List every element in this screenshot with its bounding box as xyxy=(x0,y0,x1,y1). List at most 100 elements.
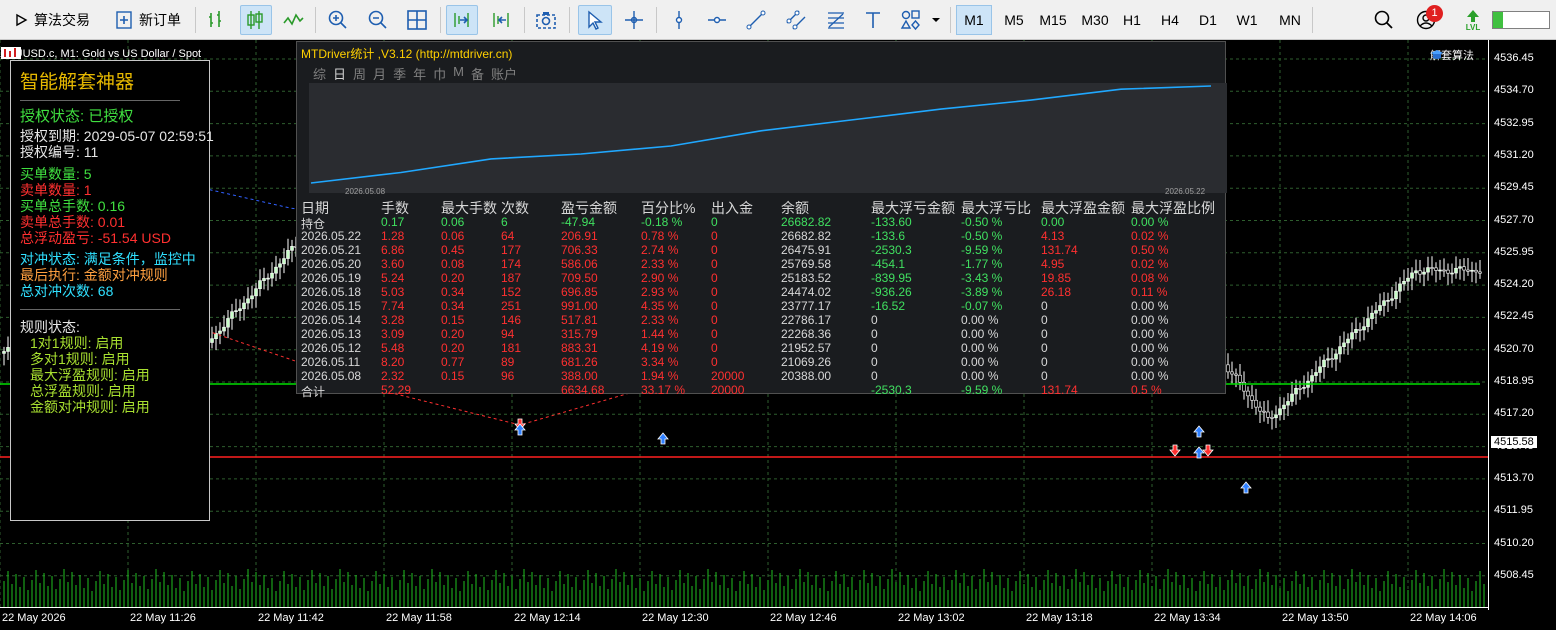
stats-cell: 22268.36 xyxy=(781,327,832,341)
candle-body xyxy=(1318,366,1322,373)
auth-number: 授权编号: 11 xyxy=(20,144,99,160)
timeframe-m5[interactable]: M5 xyxy=(998,5,1030,35)
stats-cell: 2.90 % xyxy=(641,271,679,285)
stats-cell: 4.19 % xyxy=(641,341,679,355)
timeframe-m15[interactable]: M15 xyxy=(1034,5,1072,35)
stats-cell: 21069.26 xyxy=(781,355,832,369)
stats-cell: 0.20 xyxy=(441,327,465,341)
stats-cell: 0.77 xyxy=(441,355,465,369)
stats-cell: 2026.05.19 xyxy=(301,271,362,285)
stats-tab[interactable]: 月 xyxy=(373,64,386,83)
timeframe-m30[interactable]: M30 xyxy=(1076,5,1114,35)
stats-tab[interactable]: M xyxy=(453,64,464,83)
stats-cell: 0 xyxy=(711,355,718,369)
grid-icon xyxy=(407,10,427,30)
candle-body xyxy=(246,298,250,304)
stats-tab[interactable]: 巾 xyxy=(433,64,446,83)
text-tool-button[interactable] xyxy=(858,5,888,35)
mtdriver-stats-panel[interactable]: MTDriver统计 ,V3.12 (http://mtdriver.cn) 综… xyxy=(296,41,1227,399)
candle-body xyxy=(1266,411,1270,418)
stats-cell: 26.18 xyxy=(1041,285,1072,299)
trading-icon[interactable] xyxy=(0,46,22,60)
price-chart[interactable]: XAUUSD.c, M1: Gold vs US Dollar / Spot 解… xyxy=(0,40,1556,630)
stats-cell: 0 xyxy=(711,271,718,285)
level-button[interactable]: LVL xyxy=(1460,5,1486,35)
zoom-out-button[interactable] xyxy=(362,5,394,35)
timeframe-h4[interactable]: H4 xyxy=(1154,5,1186,35)
equidistant-channel-button[interactable] xyxy=(780,5,812,35)
stats-tab[interactable]: 综 xyxy=(313,64,326,83)
stats-cell: 181 xyxy=(501,341,522,355)
stats-cell: 0 xyxy=(871,341,878,355)
new-order-button[interactable]: 新订单 xyxy=(108,5,188,35)
trend-line-button[interactable] xyxy=(740,5,772,35)
stats-cell: 0.08 % xyxy=(1131,271,1169,285)
price-tick-label: 4531.20 xyxy=(1494,148,1534,161)
stats-cell: 0.17 xyxy=(381,215,405,229)
stats-cell: 2026.05.15 xyxy=(301,299,362,313)
stats-tab[interactable]: 备 xyxy=(471,64,484,83)
price-tick-label: 4510.20 xyxy=(1494,536,1534,549)
stats-tab[interactable]: 季 xyxy=(393,64,406,83)
candle-body xyxy=(1430,267,1434,269)
stats-cell: 0.00 % xyxy=(1131,313,1169,327)
stats-cell: 251 xyxy=(501,299,522,313)
timeframe-d1[interactable]: D1 xyxy=(1192,5,1224,35)
timeframe-w1[interactable]: W1 xyxy=(1230,5,1264,35)
crosshair-tool-button[interactable] xyxy=(618,5,650,35)
fibonacci-button[interactable] xyxy=(820,5,852,35)
screenshot-button[interactable] xyxy=(530,5,562,35)
tile-windows-button[interactable] xyxy=(401,5,433,35)
current-price-label: 4515.58 xyxy=(1491,436,1537,448)
line-chart-icon xyxy=(283,13,304,26)
stats-cell: -133.60 xyxy=(871,215,912,229)
stats-cell: 0 xyxy=(1041,355,1048,369)
stats-cell: 706.33 xyxy=(561,243,598,257)
stats-cell: 94 xyxy=(501,327,515,341)
equity-curve xyxy=(309,83,1227,193)
stats-cell: -2530.3 xyxy=(871,383,912,397)
line-chart-button[interactable] xyxy=(278,5,308,35)
stats-tab[interactable]: 账户 xyxy=(491,64,517,83)
stats-cell: 2026.05.13 xyxy=(301,327,362,341)
timeframe-mn[interactable]: MN xyxy=(1270,5,1310,35)
candle-body xyxy=(1454,267,1458,274)
candlestick-chart-button[interactable] xyxy=(240,5,272,35)
trend-line-icon xyxy=(746,10,766,30)
rule-item: 最大浮盈规则: 启用 xyxy=(30,367,150,383)
timeframe-h1[interactable]: H1 xyxy=(1116,5,1148,35)
stats-cell: 0 xyxy=(711,229,718,243)
stats-tab[interactable]: 年 xyxy=(413,64,426,83)
horizontal-line-button[interactable] xyxy=(702,5,732,35)
account-button[interactable]: 1 xyxy=(1408,5,1448,35)
stats-cell: 0.06 xyxy=(441,229,465,243)
cursor-tool-button[interactable] xyxy=(578,5,612,35)
expert-advisor-label[interactable]: 解套算法 xyxy=(1430,47,1474,63)
shapes-menu-button[interactable] xyxy=(896,5,944,35)
timeframe-m1[interactable]: M1 xyxy=(956,5,992,35)
zoom-in-button[interactable] xyxy=(322,5,354,35)
stats-tab[interactable]: 周 xyxy=(353,64,366,83)
rules-title: 规则状态: xyxy=(20,319,80,335)
stats-tab[interactable]: 日 xyxy=(333,64,346,83)
equity-end-date: 2026.05.22 xyxy=(1165,187,1206,196)
chart-shift-button[interactable] xyxy=(485,5,517,35)
hedge-count: 总对冲次数: 68 xyxy=(20,283,114,299)
candle-body xyxy=(274,266,278,274)
candle-body xyxy=(1326,358,1330,361)
candle-body xyxy=(1230,371,1234,375)
stats-title: MTDriver统计 ,V3.12 (http://mtdriver.cn) xyxy=(301,47,513,61)
bar-chart-button[interactable] xyxy=(202,5,232,35)
candle-body xyxy=(1418,270,1422,275)
candle-body xyxy=(1406,277,1410,282)
algo-trading-button[interactable]: 算法交易 xyxy=(4,5,100,35)
candle-body xyxy=(226,318,230,328)
equity-line xyxy=(310,85,1212,184)
zoom-in-icon xyxy=(328,10,347,29)
vertical-line-button[interactable] xyxy=(664,5,694,35)
search-button[interactable] xyxy=(1368,5,1400,35)
candle-body xyxy=(1446,269,1450,274)
autoscroll-button[interactable] xyxy=(446,5,478,35)
candle-body xyxy=(210,338,214,343)
stats-cell: 0.00 % xyxy=(961,313,999,327)
